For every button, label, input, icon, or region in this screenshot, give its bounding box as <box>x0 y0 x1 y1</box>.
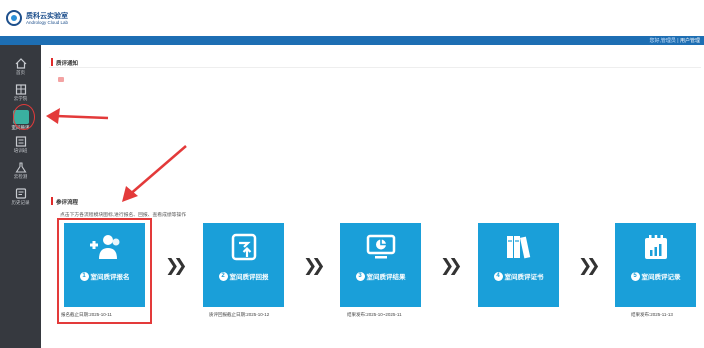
chevron-right-icon: ❯❯ <box>578 256 600 275</box>
sidebar-item-label: 培训班 <box>13 148 28 153</box>
sidebar-item-label: 首页 <box>16 70 25 75</box>
chevron-right-icon: ❯❯ <box>303 256 325 275</box>
step-date: 结果发布:2025-10~2025-11 <box>347 312 402 317</box>
book-icon <box>15 84 26 95</box>
step-label: 5 室间质评记录 <box>615 271 696 281</box>
user-area: 您好,管理员 | 用户管理 <box>650 37 701 44</box>
process-title: 参评流程 <box>56 200 79 206</box>
step-text: 室间质评记录 <box>641 274 681 281</box>
step-card-certificate[interactable]: 4 室间质评证书 <box>478 223 559 307</box>
sidebar-item-label: 云学院 <box>13 96 28 101</box>
step-label: 4 室间质评证书 <box>478 271 559 281</box>
app-root: 质科云实验室 Andrology Cloud Lab 您好,管理员 | 用户管理… <box>0 0 704 348</box>
step-card-record[interactable]: 5 室间质评记录 <box>615 223 696 307</box>
step-number: 3 <box>355 271 365 281</box>
logo-icon <box>6 10 22 26</box>
step-number: 5 <box>630 271 640 281</box>
home-icon <box>15 58 26 69</box>
step-card-result[interactable]: 3 室间质评结果 <box>340 223 421 307</box>
step-text: 室间质评回报 <box>229 274 269 281</box>
header: 质科云实验室 Andrology Cloud Lab <box>0 0 704 36</box>
step-card-report[interactable]: 2 室间质评回报 <box>203 223 284 307</box>
training-icon <box>15 136 26 147</box>
calendar-chart-icon <box>615 233 696 266</box>
notice-box <box>49 67 701 207</box>
history-icon <box>15 188 26 199</box>
user-management-link[interactable]: 用户管理 <box>680 38 700 44</box>
step-date: 结果发布:2025-11-13 <box>631 312 673 317</box>
notice-item-icon[interactable] <box>58 77 64 82</box>
section-marker <box>51 58 53 66</box>
flask-icon <box>14 162 27 173</box>
sidebar-item-label: 云检测 <box>13 174 28 179</box>
brand-subtitle: Andrology Cloud Lab <box>26 20 69 25</box>
sidebar-item-history[interactable]: 历史记录 <box>0 186 41 214</box>
certificate-icon <box>478 233 559 266</box>
notice-title: 质评通知 <box>56 61 79 67</box>
section-marker <box>51 197 53 205</box>
chevron-right-icon: ❯❯ <box>440 256 462 275</box>
greeting-text: 您好, <box>649 38 661 44</box>
upload-icon <box>203 233 284 266</box>
step-date: 质评回报截止日期:2025-10-12 <box>209 312 270 317</box>
step-text: 室间质评证书 <box>504 274 544 281</box>
step-number: 4 <box>493 271 503 281</box>
sidebar: 首页 云学院 室间质评 培训班 云检测 历史记录 <box>0 45 41 348</box>
step-label: 3 室间质评结果 <box>340 271 421 281</box>
chevron-right-icon: ❯❯ <box>165 256 187 275</box>
sidebar-item-cloud-test[interactable]: 云检测 <box>0 160 41 188</box>
sidebar-item-training[interactable]: 培训班 <box>0 134 41 162</box>
monitor-icon <box>340 233 421 266</box>
sidebar-item-home[interactable]: 首页 <box>0 56 41 84</box>
step-number: 2 <box>218 271 228 281</box>
step-label: 2 室间质评回报 <box>203 271 284 281</box>
highlight-ring <box>13 104 35 130</box>
sidebar-item-label: 历史记录 <box>11 200 30 205</box>
username-link[interactable]: 管理员 <box>661 38 676 44</box>
step-text: 室间质评结果 <box>366 274 406 281</box>
main-panel: 质评通知 参评流程 点击下方各流程模块图标,进行报名、回报、查看成绩等操作 1室… <box>41 45 704 348</box>
highlight-box <box>57 218 152 324</box>
top-bar: 您好,管理员 | 用户管理 <box>0 36 704 45</box>
process-hint: 点击下方各流程模块图标,进行报名、回报、查看成绩等操作 <box>60 213 187 218</box>
